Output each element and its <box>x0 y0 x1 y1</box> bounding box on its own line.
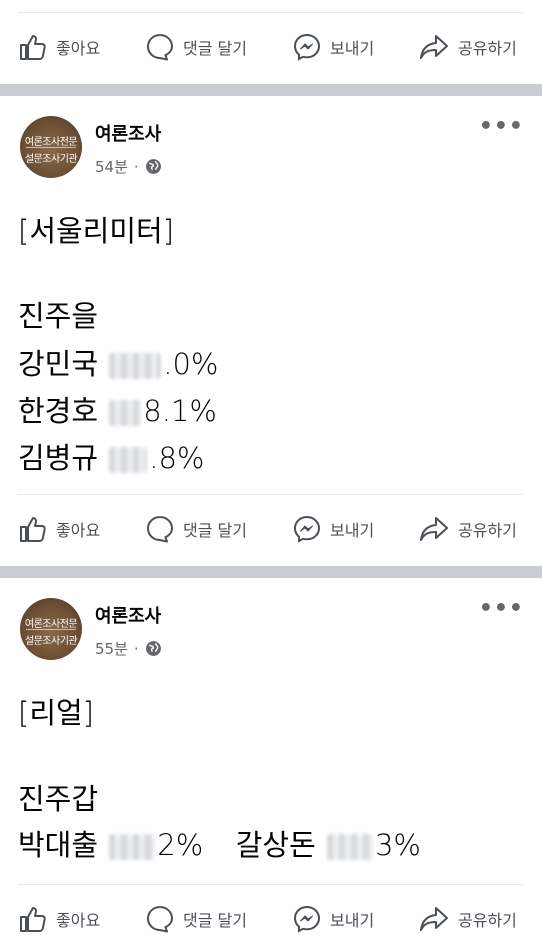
send-label: 보내기 <box>330 911 375 930</box>
share-arrow-icon <box>420 35 448 59</box>
like-button[interactable]: 좋아요 <box>18 27 100 67</box>
avatar-divider <box>26 629 76 630</box>
share-label: 공유하기 <box>458 521 517 540</box>
candidate-value: 2% <box>157 828 204 862</box>
comment-button[interactable]: 댓글 달기 <box>145 899 247 935</box>
more-options-icon[interactable]: ••• <box>479 114 524 139</box>
thumbs-up-icon <box>20 517 46 542</box>
share-arrow-icon <box>420 517 448 541</box>
comment-button[interactable]: 댓글 달기 <box>145 27 247 67</box>
post-meta: 54분 · <box>95 156 162 177</box>
comment-button[interactable]: 댓글 달기 <box>145 509 247 549</box>
post-candidate-line: 박대출 2% 갈상돈 3% <box>18 822 421 864</box>
thumbs-up-icon <box>20 907 46 932</box>
like-button[interactable]: 좋아요 <box>18 899 100 935</box>
avatar[interactable]: 여론조사전문 설문조사기관 <box>20 116 82 178</box>
candidate-value: 8.1% <box>143 394 217 428</box>
blurred-value <box>109 447 148 473</box>
comment-bubble-icon <box>147 906 173 933</box>
avatar-text-bottom: 설문조사기관 <box>24 154 78 165</box>
send-button[interactable]: 보내기 <box>292 27 374 67</box>
share-button[interactable]: 공유하기 <box>418 899 517 935</box>
share-button[interactable]: 공유하기 <box>418 509 517 549</box>
avatar-divider <box>26 147 76 148</box>
feed-separator <box>0 84 542 96</box>
avatar-text-top: 여론조사전문 <box>24 137 78 148</box>
messenger-icon <box>293 33 321 61</box>
send-label: 보내기 <box>330 521 375 540</box>
blurred-value <box>109 353 162 379</box>
send-button[interactable]: 보내기 <box>292 899 374 935</box>
candidate-name: 갈상돈 <box>235 828 316 862</box>
comment-label: 댓글 달기 <box>183 39 247 58</box>
timestamp[interactable]: 55분 <box>95 638 128 659</box>
blurred-value <box>109 834 156 860</box>
avatar-text-top: 여론조사전문 <box>24 619 78 630</box>
comment-label: 댓글 달기 <box>183 521 247 540</box>
comment-bubble-icon <box>147 34 173 61</box>
messenger-icon <box>293 905 321 933</box>
send-button[interactable]: 보내기 <box>292 509 374 549</box>
meta-dot: · <box>133 639 139 658</box>
page-name[interactable]: 여론조사 <box>95 602 161 628</box>
post-candidate-line: 강민국 .0% <box>18 341 219 383</box>
like-label: 좋아요 <box>56 39 101 58</box>
action-bar-top: 좋아요 댓글 달기 보내기 공유하기 <box>0 22 542 72</box>
post-district: 진주갑 <box>18 782 99 816</box>
candidate-value: .8% <box>149 441 205 475</box>
post-source: [서울리미터] <box>18 214 175 248</box>
post-candidate-line: 한경호 8.1% <box>18 388 217 430</box>
page-name[interactable]: 여론조사 <box>95 120 161 146</box>
post-header: 여론조사전문 설문조사기관 여론조사 55분 · ••• <box>0 592 542 662</box>
post-divider <box>18 884 524 885</box>
post-district: 진주을 <box>18 299 99 333</box>
candidate-name: 김병규 <box>18 441 99 475</box>
more-options-icon[interactable]: ••• <box>479 596 524 621</box>
messenger-icon <box>293 515 321 543</box>
candidate-name: 한경호 <box>18 394 99 428</box>
share-label: 공유하기 <box>458 911 517 930</box>
share-arrow-icon <box>420 907 448 931</box>
top-divider <box>18 12 524 13</box>
post-divider <box>18 494 524 495</box>
post-candidate-line: 김병규 .8% <box>18 435 205 477</box>
share-label: 공유하기 <box>458 39 517 58</box>
like-label: 좋아요 <box>56 521 101 540</box>
like-label: 좋아요 <box>56 911 101 930</box>
action-bar: 좋아요 댓글 달기 보내기 공유하기 <box>0 894 542 935</box>
share-button[interactable]: 공유하기 <box>418 27 517 67</box>
candidate-value: 3% <box>374 828 421 862</box>
comment-bubble-icon <box>147 516 173 543</box>
avatar[interactable]: 여론조사전문 설문조사기관 <box>20 598 82 660</box>
post-meta: 55분 · <box>95 638 162 659</box>
candidate-name: 박대출 <box>18 828 99 862</box>
thumbs-up-icon <box>20 35 46 60</box>
feed-separator <box>0 566 542 578</box>
globe-icon <box>145 641 161 656</box>
globe-icon <box>145 159 161 174</box>
candidate-value: .0% <box>163 347 219 381</box>
avatar-text-bottom: 설문조사기관 <box>24 636 78 647</box>
blurred-value <box>326 834 373 860</box>
action-bar: 좋아요 댓글 달기 보내기 공유하기 <box>0 504 542 554</box>
meta-dot: · <box>133 157 139 176</box>
post-header: 여론조사전문 설문조사기관 여론조사 54분 · ••• <box>0 110 542 180</box>
comment-label: 댓글 달기 <box>183 911 247 930</box>
blurred-value <box>109 400 142 426</box>
timestamp[interactable]: 54분 <box>95 156 128 177</box>
candidate-name: 강민국 <box>18 347 99 381</box>
send-label: 보내기 <box>330 39 375 58</box>
like-button[interactable]: 좋아요 <box>18 509 100 549</box>
post-source: [리얼] <box>18 696 94 730</box>
